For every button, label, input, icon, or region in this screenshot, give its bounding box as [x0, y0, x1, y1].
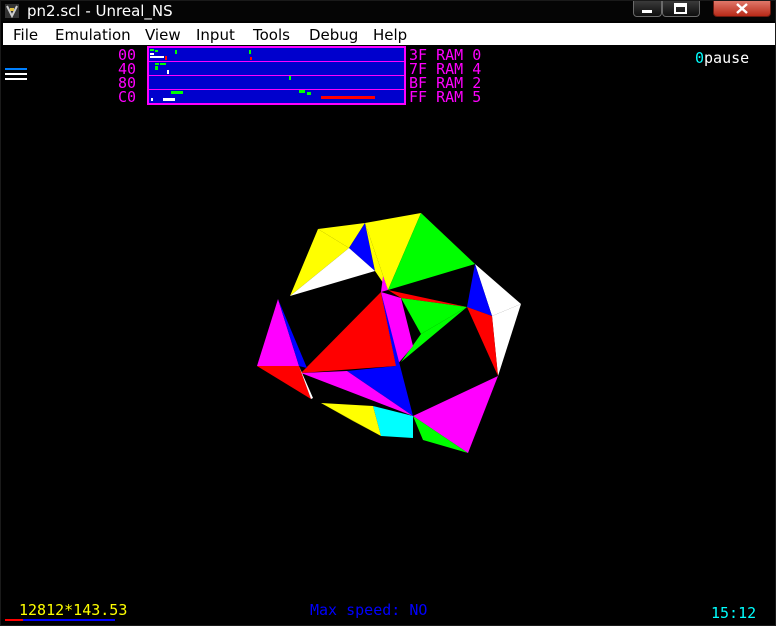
window-title: pn2.scl - Unreal_NS	[27, 2, 173, 20]
face	[413, 376, 498, 453]
status-underline-blue	[23, 619, 115, 621]
menu-debug[interactable]: Debug	[309, 26, 358, 44]
maximize-button[interactable]	[662, 1, 700, 17]
menu-help[interactable]: Help	[373, 26, 407, 44]
close-button[interactable]	[713, 1, 771, 17]
menu-emulation[interactable]: Emulation	[55, 26, 131, 44]
menu-tools[interactable]: Tools	[253, 26, 290, 44]
frame-counter: 12812*143.53	[19, 601, 128, 619]
face	[301, 292, 396, 373]
clock-time: 15:12	[711, 604, 757, 622]
maximize-icon	[674, 3, 687, 14]
app-icon	[5, 4, 19, 18]
close-icon	[736, 3, 748, 14]
menu-file[interactable]: File	[13, 26, 38, 44]
emulator-window: pn2.scl - Unreal_NS File Emulation View …	[0, 0, 776, 626]
max-speed-status: Max speed: NO	[310, 601, 428, 619]
menu-bar: File Emulation View Input Tools Debug He…	[3, 23, 775, 45]
status-underline-red	[5, 619, 23, 621]
face	[257, 366, 311, 399]
title-bar[interactable]: pn2.scl - Unreal_NS	[1, 1, 775, 21]
polyhedron-3d-scene	[257, 213, 521, 453]
menu-input[interactable]: Input	[196, 26, 235, 44]
face	[257, 299, 299, 366]
emulator-screen[interactable]: 00 40 80 C0 3F RAM 0 7F RAM 4 BF RAM 2 F…	[3, 46, 775, 624]
minimize-button[interactable]	[633, 1, 662, 17]
menu-view[interactable]: View	[145, 26, 181, 44]
minimize-icon	[642, 10, 652, 13]
